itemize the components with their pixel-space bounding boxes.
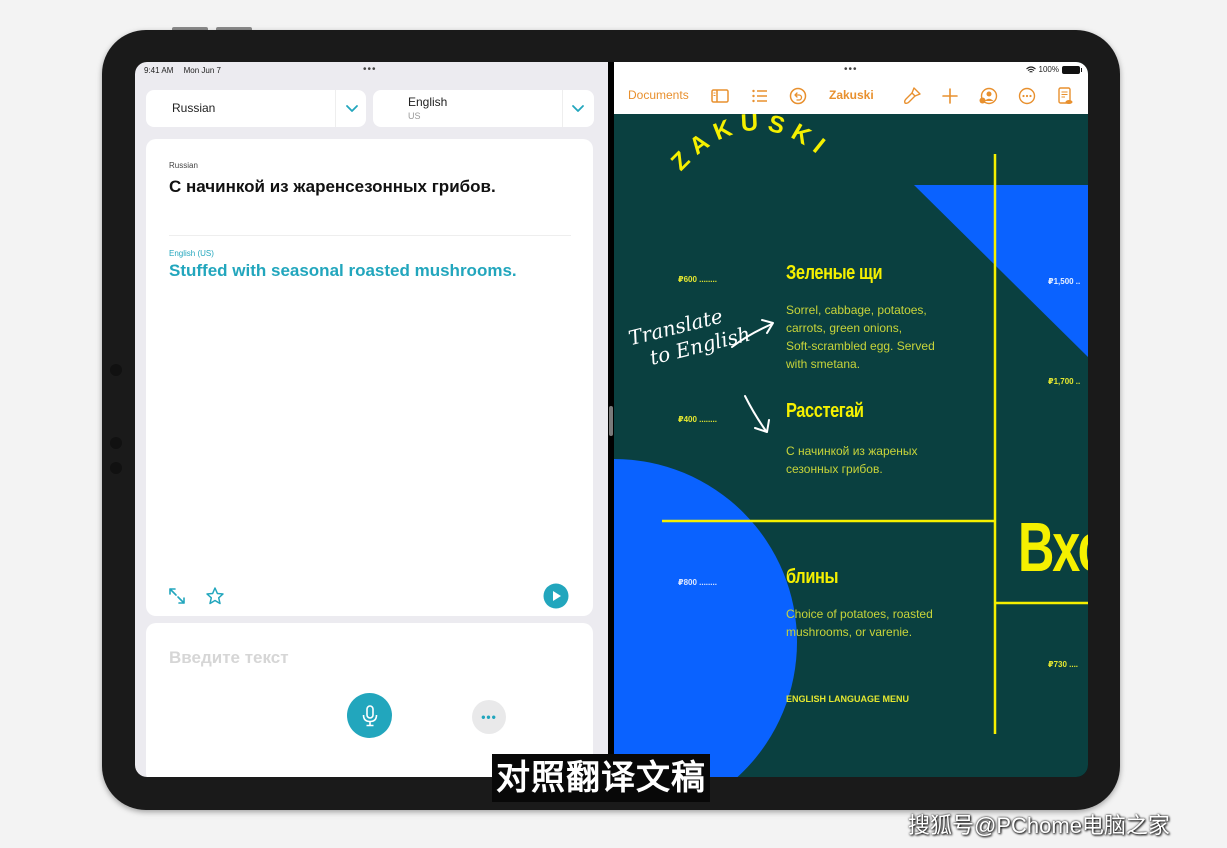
side-price: ₽1,700 .. [1048,377,1081,386]
collaborate-icon[interactable] [978,86,998,106]
video-subtitle: 对照翻译文稿 [492,754,710,802]
chevron-down-icon[interactable] [344,100,360,116]
status-time: 9:41 AM [144,66,174,75]
target-language-region: US [408,111,421,121]
menu-item-price: ₽600 ........ [678,275,717,284]
document-title[interactable]: Zakuski [829,88,874,102]
menu-item-description: С начинкой из жареных сезонных грибов. [786,442,918,478]
more-button[interactable]: ••• [472,700,506,734]
menu-item-price: ₽800 ........ [678,578,717,587]
source-text: С начинкой из жаренсезонных грибов. [169,177,496,196]
battery-icon [1062,65,1082,74]
translate-app: 9:41 AM Mon Jun 7 ••• Russian English US… [135,62,608,777]
picker-separator [562,90,563,127]
status-bar-left: 9:41 AM Mon Jun 7 [144,66,229,75]
sidebar-icon[interactable] [710,86,730,106]
target-label: English (US) [169,249,214,258]
more-options-icon[interactable] [1017,86,1037,106]
expand-icon[interactable] [168,587,186,605]
document-view-icon[interactable] [1055,86,1075,106]
translation-card: Russian С начинкой из жаренсезонных гриб… [146,139,593,616]
arrow-shape [744,395,767,432]
menu-item-price: ₽400 ........ [678,415,717,424]
picker-separator [335,90,336,127]
blue-circle-shape [614,459,797,777]
section-heading: Вхо [1018,508,1088,586]
multitask-handle[interactable]: ••• [363,65,377,75]
undo-icon[interactable] [788,86,808,106]
pencil-connector [110,462,122,474]
status-date: Mon Jun 7 [183,66,221,75]
source-language-picker[interactable]: Russian [146,90,366,127]
description-line: with smetana. [786,357,861,371]
target-language-name: English [408,95,448,109]
menu-item-name: Зеленые щи [786,262,883,284]
source-label: Russian [169,161,198,170]
description-line: сезонных грибов. [786,462,883,476]
menu-item-name: Расстегай [786,400,864,422]
text-input-placeholder[interactable]: Введите текст [169,648,289,668]
chevron-down-icon[interactable] [570,100,586,116]
description-line: С начинкой из жареных [786,444,918,458]
list-icon[interactable] [750,86,770,106]
description-line: Soft-scrambled egg. Served [786,339,935,353]
description-line: Sorrel, cabbage, potatoes, [786,303,927,317]
pencil-connector [110,437,122,449]
format-brush-icon[interactable] [902,86,922,106]
video-frame: 9:41 AM Mon Jun 7 ••• Russian English US… [0,0,1227,848]
divider [169,235,571,236]
menu-footer-label: ENGLISH LANGUAGE MENU [786,694,910,704]
menu-item-description: Choice of potatoes, roasted mushrooms, o… [786,605,933,641]
side-price: ₽730 .... [1048,660,1079,669]
blue-triangle-shape [914,185,1088,357]
microphone-icon [362,704,377,726]
more-icon: ••• [481,710,497,724]
documents-button[interactable]: Documents [628,88,689,102]
description-line: Choice of potatoes, roasted [786,607,933,621]
status-bar-right: 100% [1025,65,1082,74]
pages-toolbar: ••• 100% Documents Zakuski [614,62,1088,114]
side-price: ₽1,500 .. [1048,277,1081,286]
target-language-picker[interactable]: English US [373,90,594,127]
source-watermark: 搜狐号@PChome电脑之家 [908,813,1170,838]
split-view-grip[interactable] [609,406,613,436]
star-icon[interactable] [205,586,225,606]
menu-title-text: ZAKUSKI [666,109,828,174]
source-language-name: Russian [172,101,216,115]
ipad-screen: 9:41 AM Mon Jun 7 ••• Russian English US… [135,62,1088,777]
svg-text:ZAKUSKI: ZAKUSKI [666,109,836,174]
menu-title-zakuski: ZAKUSKI [666,109,836,174]
pages-app: ZAKUSKI Translate to English ₽600 ......… [614,62,1088,777]
target-text: Stuffed with seasonal roasted mushrooms. [169,261,517,280]
multitask-handle[interactable]: ••• [844,65,858,75]
pencil-connector [110,364,122,376]
menu-item-description: Sorrel, cabbage, potatoes, carrots, gree… [786,301,935,373]
wifi-icon [1025,65,1036,73]
menu-item-name: блины [786,566,839,588]
microphone-button[interactable] [347,693,392,738]
battery-percent: 100% [1038,65,1059,74]
plus-icon[interactable] [940,86,960,106]
description-line: mushrooms, or varenie. [786,625,913,639]
description-line: carrots, green onions, [786,321,903,335]
play-icon[interactable] [543,583,569,609]
